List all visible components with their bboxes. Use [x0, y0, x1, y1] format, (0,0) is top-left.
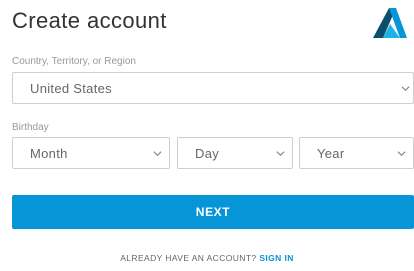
page-title: Create account: [12, 8, 167, 33]
country-label: Country, Territory, or Region: [12, 56, 136, 67]
create-account-page: Create account Country, Territory, or Re…: [0, 0, 414, 271]
chevron-down-icon: [401, 86, 410, 92]
chevron-down-icon: [276, 151, 285, 157]
birthday-label: Birthday: [12, 122, 49, 133]
chevron-down-icon: [153, 151, 162, 157]
next-button-label: NEXT: [195, 205, 231, 219]
chevron-down-icon: [397, 151, 406, 157]
birth-year-select[interactable]: Year: [299, 137, 414, 169]
birth-day-select[interactable]: Day: [177, 137, 293, 169]
birth-year-value: Year: [317, 146, 345, 161]
birth-day-value: Day: [195, 146, 220, 161]
autodesk-logo-icon: [373, 8, 407, 38]
signin-prompt: ALREADY HAVE AN ACCOUNT? SIGN IN: [0, 253, 414, 263]
next-button[interactable]: NEXT: [12, 195, 414, 229]
birth-month-select[interactable]: Month: [12, 137, 170, 169]
country-select[interactable]: United States: [12, 72, 414, 104]
signin-question: ALREADY HAVE AN ACCOUNT?: [120, 253, 257, 263]
country-selected-value: United States: [30, 81, 112, 96]
signin-link[interactable]: SIGN IN: [259, 253, 293, 263]
birth-month-value: Month: [30, 146, 68, 161]
